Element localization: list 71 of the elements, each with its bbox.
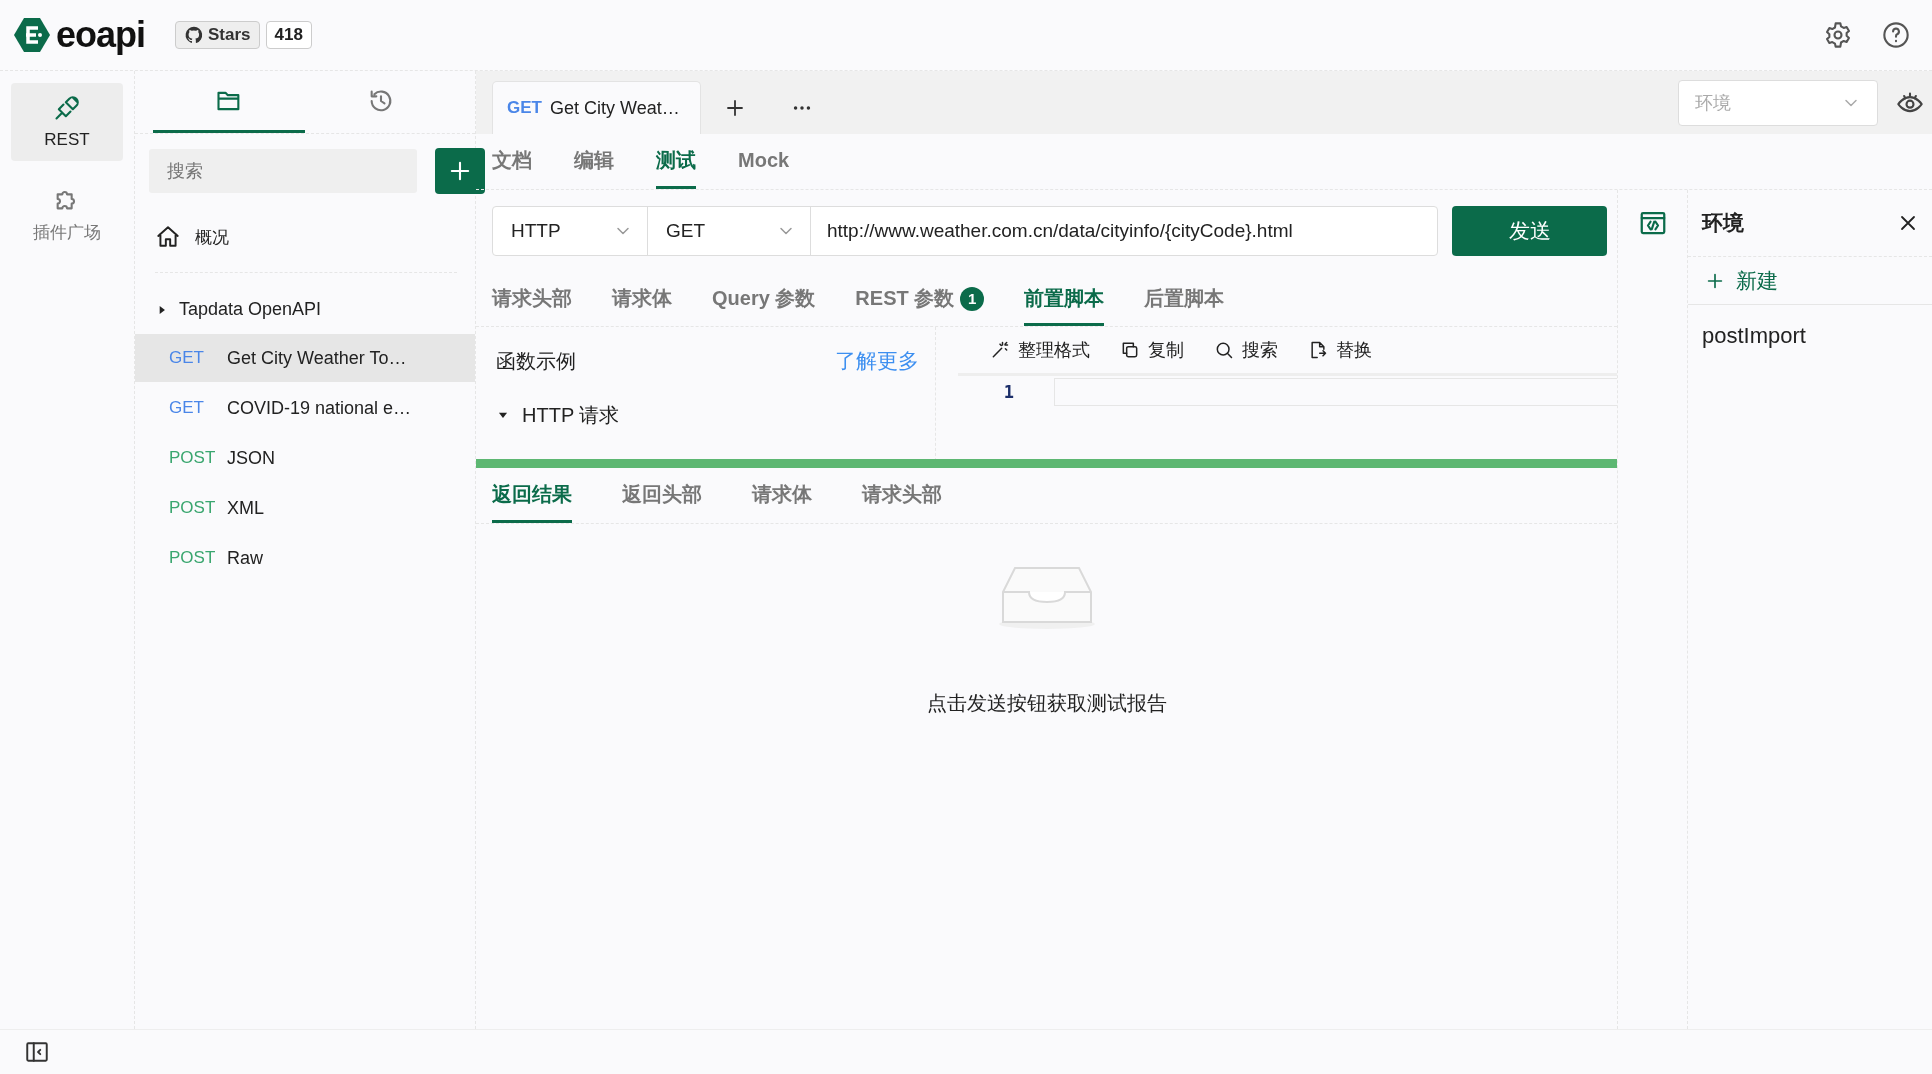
view-tab[interactable]: 测试 (656, 134, 696, 189)
wand-icon (990, 340, 1010, 360)
method-label: POST (169, 548, 217, 568)
example-group[interactable]: HTTP 请求 (496, 395, 919, 435)
response-tab[interactable]: 请求头部 (862, 468, 942, 523)
environment-item[interactable]: postImport (1688, 305, 1932, 367)
logo-icon (12, 15, 52, 55)
view-tab[interactable]: 文档 (492, 134, 532, 189)
empty-message: 点击发送按钮获取测试报告 (926, 691, 1167, 716)
home-icon (155, 224, 181, 250)
select-placeholder: 环境 (1695, 91, 1731, 115)
api-item[interactable]: POST XML (135, 484, 475, 532)
method-label: GET (169, 398, 205, 418)
response-tab[interactable]: 返回头部 (622, 468, 702, 523)
api-item[interactable]: GET COVID-19 national e… (135, 384, 475, 432)
rail-label: REST (44, 130, 90, 150)
empty-inbox-icon (996, 566, 1097, 630)
line-number: 1 (1002, 382, 1015, 402)
example-label: HTTP 请求 (522, 402, 620, 428)
search-field[interactable]: 搜索 (149, 149, 417, 193)
param-tab[interactable]: Query 参数 (712, 274, 816, 326)
api-item[interactable]: POST JSON (135, 434, 475, 482)
api-name: COVID-19 national e… (227, 397, 412, 419)
stars-count: 418 (265, 21, 312, 49)
toolbar-button[interactable]: 整理格式 (990, 338, 1090, 362)
group-name: Tapdata OpenAPI (179, 299, 322, 320)
stars-button[interactable]: Stars (175, 21, 260, 49)
request-tab[interactable]: GET Get City Weat… (492, 81, 701, 134)
copy-icon (1120, 340, 1140, 360)
panel-title: 环境 (1702, 210, 1744, 236)
param-tab[interactable]: 请求体 (612, 274, 672, 326)
view-tab[interactable]: Mock (738, 134, 790, 189)
file-icon (1308, 340, 1328, 360)
api-name: JSON (227, 447, 275, 469)
view-tab[interactable]: 编辑 (574, 134, 614, 189)
rail-item[interactable]: REST (11, 83, 123, 161)
method-label: GET (507, 98, 542, 118)
api-item[interactable]: GET Get City Weather To… (135, 334, 475, 382)
settings-icon[interactable] (1824, 21, 1852, 49)
tree-group[interactable]: Tapdata OpenAPI (135, 273, 475, 334)
api-name: XML (227, 497, 264, 519)
param-tab[interactable]: 前置脚本 (1024, 274, 1105, 326)
rail-label: 插件广场 (33, 221, 101, 244)
github-icon (184, 25, 205, 45)
api-item[interactable]: POST Raw (135, 534, 475, 582)
toolbar-button[interactable]: 替换 (1308, 338, 1372, 362)
param-tab[interactable]: 后置脚本 (1144, 274, 1225, 326)
rail-item[interactable]: 插件广场 (11, 175, 123, 253)
add-button[interactable] (435, 148, 485, 194)
sidebar-toggle-icon[interactable] (24, 1039, 50, 1065)
param-tab[interactable]: REST 参数 1 (855, 274, 985, 326)
search-icon (1214, 340, 1234, 360)
toolbar-button[interactable]: 复制 (1120, 338, 1184, 362)
send-button[interactable]: 发送 (1452, 206, 1607, 256)
api-name: Get City Weather To… (227, 347, 407, 369)
method-label: GET (169, 348, 205, 368)
param-tab[interactable]: 请求头部 (492, 274, 572, 326)
help-icon[interactable] (1882, 21, 1910, 49)
plug-icon (53, 94, 81, 122)
count-badge: 1 (960, 286, 985, 311)
app-name: eoapi (56, 14, 146, 56)
response-tab[interactable]: 请求体 (752, 468, 812, 523)
method-label: POST (169, 498, 217, 518)
method-label: POST (169, 448, 217, 468)
examples-title: 函数示例 (496, 348, 576, 374)
tab-title: Get City Weat… (549, 97, 680, 119)
api-name: Raw (227, 547, 263, 569)
toolbar-button[interactable]: 搜索 (1214, 338, 1278, 362)
overview-link[interactable]: 概况 (195, 225, 229, 249)
response-tab[interactable]: 返回结果 (492, 468, 572, 523)
new-environment-button[interactable]: 新建 (1688, 257, 1932, 305)
